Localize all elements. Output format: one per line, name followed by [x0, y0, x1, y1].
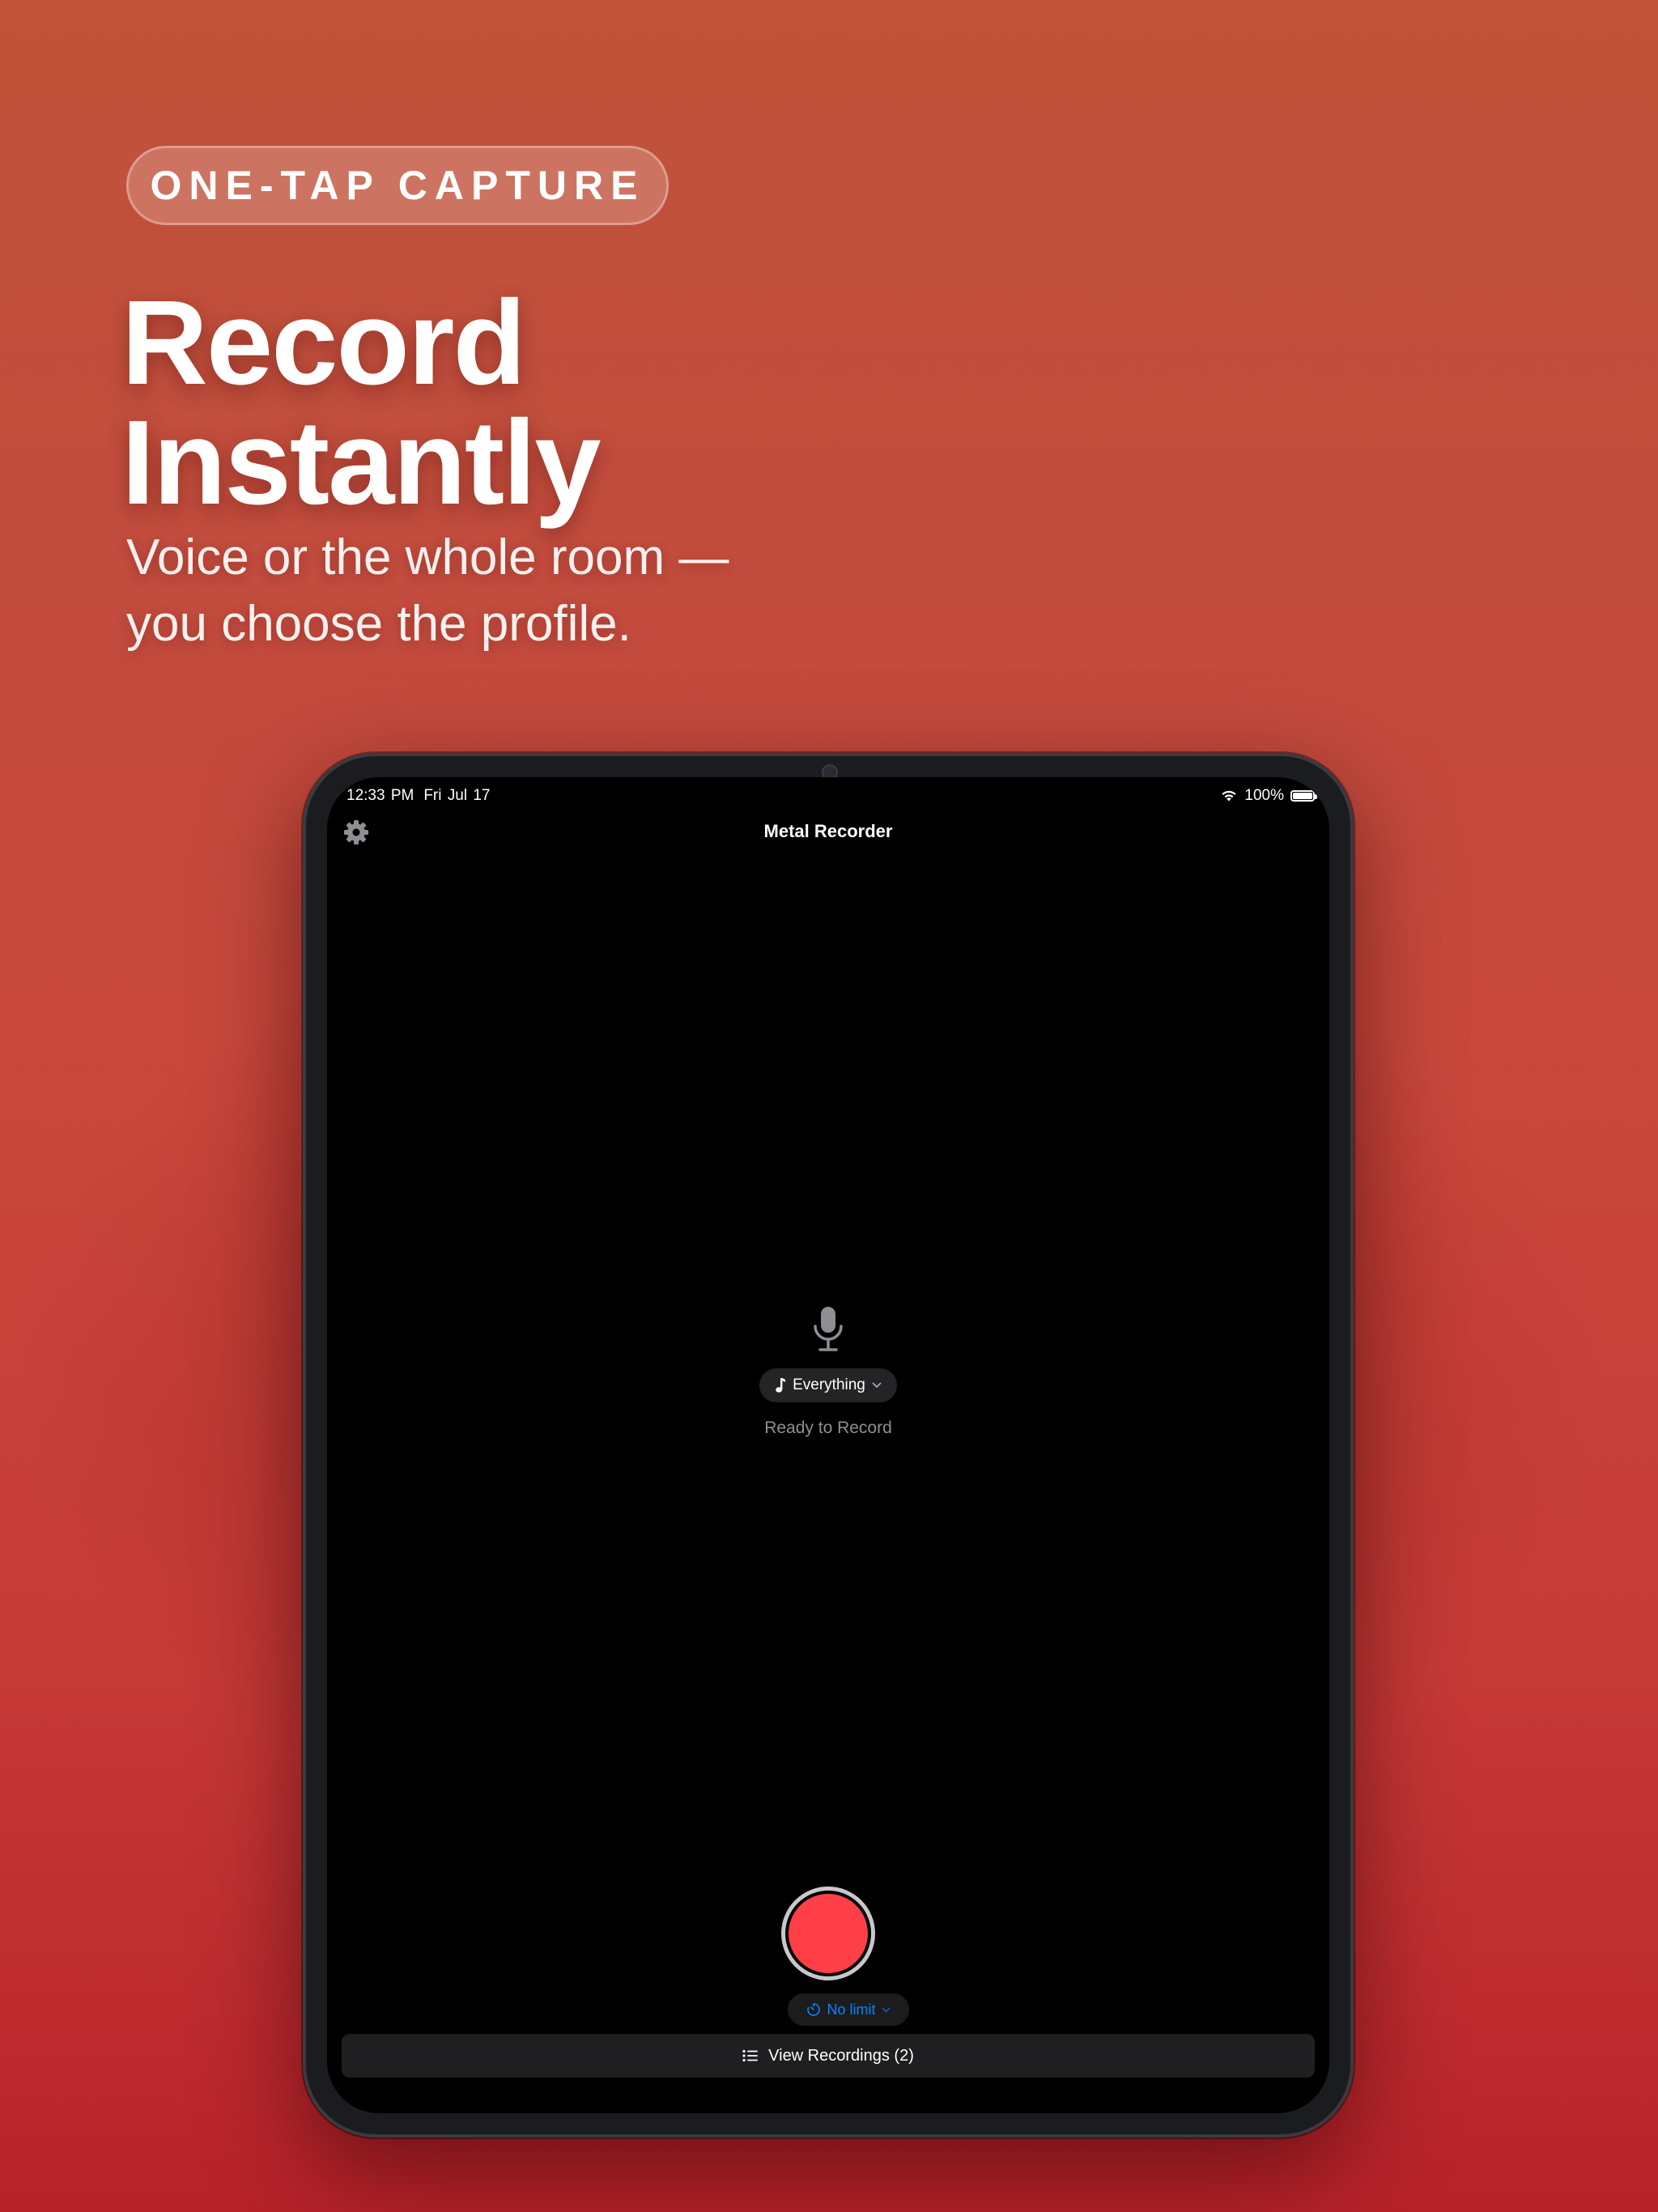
subheadline-line-1: Voice or the whole room —: [126, 530, 729, 585]
subheadline-line-2: you choose the profile.: [126, 596, 631, 652]
status-bar-indicators: 100%: [1220, 787, 1317, 805]
record-button[interactable]: [781, 1887, 875, 1980]
list-icon: [742, 2049, 759, 2062]
music-note-icon: [776, 1378, 786, 1393]
battery-icon: [1290, 790, 1317, 802]
app-title: Metal Recorder: [763, 821, 893, 841]
subheadline: Voice or the whole room — you choose the…: [126, 525, 729, 657]
time-limit-label: No limit: [827, 2001, 876, 2018]
headline-line-2: Instantly: [121, 396, 602, 530]
battery-level: [1293, 793, 1312, 799]
chevron-down-icon: [872, 1382, 882, 1389]
app-screen: 12:33 PM Fri Jul 17 100% Metal Recorder …: [327, 777, 1329, 2113]
status-date: Fri Jul 17: [423, 787, 491, 804]
status-bar-time: 12:33 PM Fri Jul 17: [346, 787, 490, 805]
record-button-dot: [789, 1894, 868, 1973]
timer-icon: [807, 2003, 821, 2016]
view-recordings-button[interactable]: View Recordings (2): [342, 2034, 1315, 2078]
wifi-icon: [1222, 790, 1236, 802]
time-limit-picker[interactable]: No limit: [788, 1993, 909, 2026]
headline-line-1: Record: [121, 276, 526, 410]
chevron-down-icon: [882, 2007, 890, 2013]
status-time: 12:33 PM: [346, 787, 414, 804]
recording-profile-label: Everything: [793, 1376, 865, 1393]
microphone-icon: [814, 1307, 843, 1351]
headline: Record Instantly: [121, 276, 602, 530]
view-recordings-label: View Recordings (2): [768, 2046, 914, 2065]
recording-profile-picker[interactable]: Everything: [759, 1368, 897, 1402]
ipad-device-frame: 12:33 PM Fri Jul 17 100% Metal Recorder …: [303, 753, 1354, 2138]
battery-percentage: 100%: [1244, 787, 1284, 804]
feature-badge-label: ONE-TAP CAPTURE: [150, 163, 645, 208]
recorder-status: Ready to Record: [764, 1419, 892, 1437]
feature-badge: ONE-TAP CAPTURE: [126, 146, 669, 225]
